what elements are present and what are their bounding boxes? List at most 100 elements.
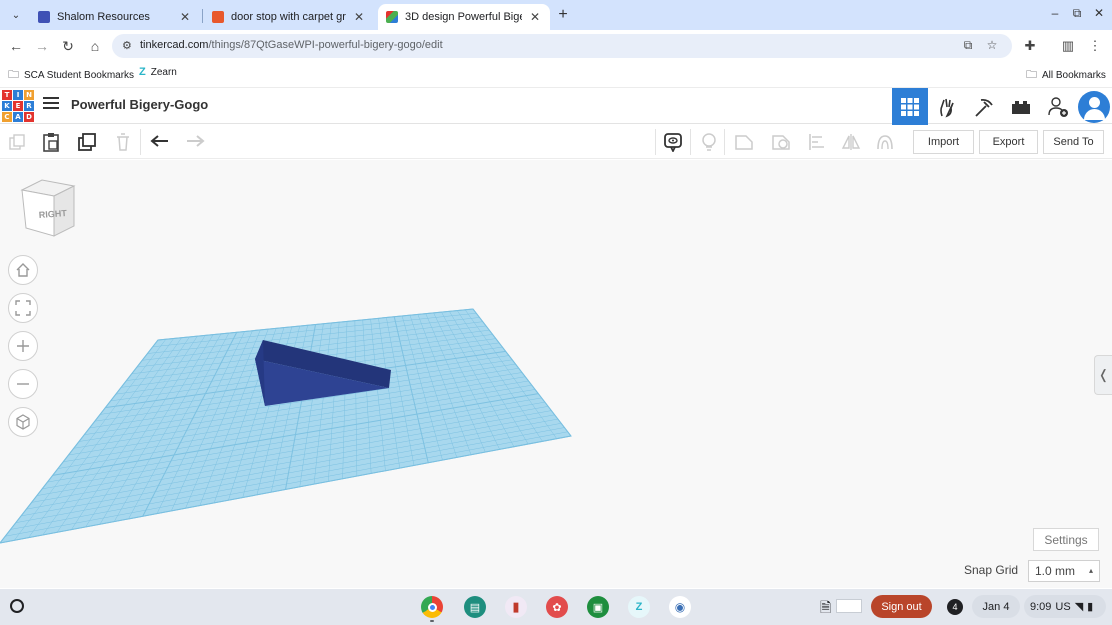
design-title[interactable]: Powerful Bigery-Gogo <box>71 97 208 112</box>
fit-view-button[interactable] <box>8 293 38 323</box>
add-user-icon <box>1048 96 1068 117</box>
forward-icon[interactable]: → <box>32 36 52 56</box>
notification-badge[interactable]: 4 <box>947 599 963 615</box>
tools-button[interactable] <box>966 88 1002 125</box>
running-indicator <box>430 620 434 622</box>
paste-icon[interactable] <box>40 131 62 153</box>
shalom-favicon-icon <box>38 11 50 23</box>
send-to-button[interactable]: Send To <box>1043 130 1104 154</box>
all-bookmarks-button[interactable]: 🗀 All Bookmarks <box>1026 66 1106 85</box>
close-tab-icon[interactable]: ✕ <box>528 10 542 24</box>
chrome-app-icon[interactable] <box>421 596 443 618</box>
toolbar-divider <box>140 129 141 155</box>
new-tab-button[interactable]: + <box>556 6 570 24</box>
reload-icon[interactable]: ↻ <box>58 36 78 56</box>
design-list-icon[interactable] <box>43 97 59 111</box>
logo-letter: C <box>2 112 12 122</box>
group-icon[interactable] <box>733 131 755 153</box>
logo-letter: N <box>24 90 34 100</box>
address-bar[interactable]: ⚙ tinkercad.com/things/87QtGaseWPI-power… <box>112 34 1012 58</box>
plus-icon <box>17 340 29 352</box>
locale-text: US <box>1055 600 1071 613</box>
export-button[interactable]: Export <box>979 130 1038 154</box>
date-tray[interactable]: Jan 4 <box>972 595 1020 618</box>
align-icon[interactable] <box>806 131 828 153</box>
maximize-icon[interactable]: ⧉ <box>1070 6 1084 21</box>
url-text[interactable]: tinkercad.com/things/87QtGaseWPI-powerfu… <box>140 39 443 51</box>
notes-icon[interactable] <box>662 131 684 153</box>
tab-door-stop[interactable]: door stop with carpet grip by C ✕ <box>204 4 374 30</box>
status-tray[interactable]: 9:09 US ◥ ▮ <box>1024 595 1106 618</box>
ungroup-icon[interactable] <box>770 131 792 153</box>
bricks-button[interactable] <box>1003 88 1039 125</box>
folder-icon: 🗀 <box>8 69 19 81</box>
tab-divider <box>202 9 203 23</box>
import-button[interactable]: Import <box>913 130 974 154</box>
cruise-icon[interactable] <box>874 131 896 153</box>
side-panel-icon[interactable]: ▥ <box>1059 37 1077 55</box>
site-info-icon[interactable]: ⚙ <box>122 39 132 52</box>
tab-search-button[interactable]: ⌄ <box>6 5 26 25</box>
perspective-button[interactable] <box>8 407 38 437</box>
duplicate-icon[interactable] <box>76 131 98 153</box>
back-icon[interactable]: ← <box>6 36 26 56</box>
undo-icon[interactable] <box>149 131 171 153</box>
avatar-head <box>1089 97 1100 108</box>
launcher-button[interactable] <box>10 599 24 613</box>
chrome-menu-icon[interactable]: ⋮ <box>1086 37 1104 55</box>
install-app-icon[interactable]: ⧉ <box>960 38 976 53</box>
reader-app-icon[interactable]: ▤ <box>464 596 486 618</box>
panel-collapse-handle[interactable]: ❬ <box>1094 355 1112 395</box>
workplane-scene[interactable] <box>0 160 1112 588</box>
view-cube-label: RIGHT <box>38 208 67 220</box>
holding-space-icon[interactable]: 🗎 <box>820 597 831 621</box>
bookmark-sca-student[interactable]: 🗀 SCA Student Bookmarks <box>8 66 134 85</box>
invite-user-button[interactable] <box>1040 88 1076 125</box>
view-cube[interactable]: RIGHT <box>18 178 78 240</box>
sign-out-button[interactable]: Sign out <box>871 595 932 618</box>
zearn-app-icon[interactable]: Z <box>628 596 650 618</box>
snap-grid-value: 1.0 mm <box>1035 564 1076 578</box>
url-host: tinkercad.com <box>140 39 209 51</box>
lab-app-icon[interactable]: ▮ <box>505 596 527 618</box>
design-canvas[interactable]: RIGHT ❬ Settings Snap Grid 1.0 mm ▴ <box>0 160 1112 588</box>
close-window-icon[interactable]: ✕ <box>1092 6 1106 20</box>
zoom-out-button[interactable] <box>8 369 38 399</box>
cube-icon <box>16 414 30 430</box>
logo-letter: E <box>13 101 23 111</box>
learn-button[interactable] <box>929 88 965 125</box>
wifi-icon: ◥ <box>1074 601 1084 613</box>
delete-icon[interactable] <box>112 131 134 153</box>
date-text: Jan 4 <box>982 600 1010 613</box>
settings-button[interactable]: Settings <box>1033 528 1099 551</box>
screen-capture-thumb[interactable] <box>836 599 862 613</box>
mirror-icon[interactable] <box>840 131 862 153</box>
redo-icon[interactable] <box>184 131 206 153</box>
copy-icon[interactable] <box>6 131 28 153</box>
home-view-button[interactable] <box>8 255 38 285</box>
minus-icon <box>17 383 29 385</box>
tinkercad-logo[interactable]: T I N K E R C A D <box>2 90 34 122</box>
avatar[interactable] <box>1078 91 1110 123</box>
tab-shalom-resources[interactable]: Shalom Resources ✕ <box>30 4 200 30</box>
eye-app-icon[interactable]: ◉ <box>669 596 691 618</box>
snap-grid-select[interactable]: 1.0 mm ▴ <box>1028 560 1100 582</box>
bookmark-star-icon[interactable]: ☆ <box>984 38 1000 52</box>
bookmark-zearn[interactable]: Z Zearn <box>139 66 177 78</box>
browser-toolbar: ← → ↻ ⌂ ⚙ tinkercad.com/things/87QtGaseW… <box>0 30 1112 62</box>
extensions-icon[interactable]: ✚ <box>1021 37 1039 55</box>
lightbulb-icon[interactable] <box>698 131 720 153</box>
edit-toolbar: Import Export Send To <box>0 125 1112 159</box>
minimize-icon[interactable]: – <box>1048 6 1062 20</box>
classroom-app-icon[interactable]: ▣ <box>587 596 609 618</box>
chevron-left-icon: ❬ <box>1098 367 1109 382</box>
tab-3d-design[interactable]: 3D design Powerful Bigery-Gog ✕ <box>378 4 550 30</box>
home-icon[interactable]: ⌂ <box>85 36 105 56</box>
art-app-icon[interactable]: ✿ <box>546 596 568 618</box>
home-icon <box>16 263 30 277</box>
close-tab-icon[interactable]: ✕ <box>352 10 366 24</box>
close-tab-icon[interactable]: ✕ <box>178 10 192 24</box>
3d-view-button[interactable] <box>892 88 928 125</box>
zoom-in-button[interactable] <box>8 331 38 361</box>
hand-icon <box>940 98 954 117</box>
